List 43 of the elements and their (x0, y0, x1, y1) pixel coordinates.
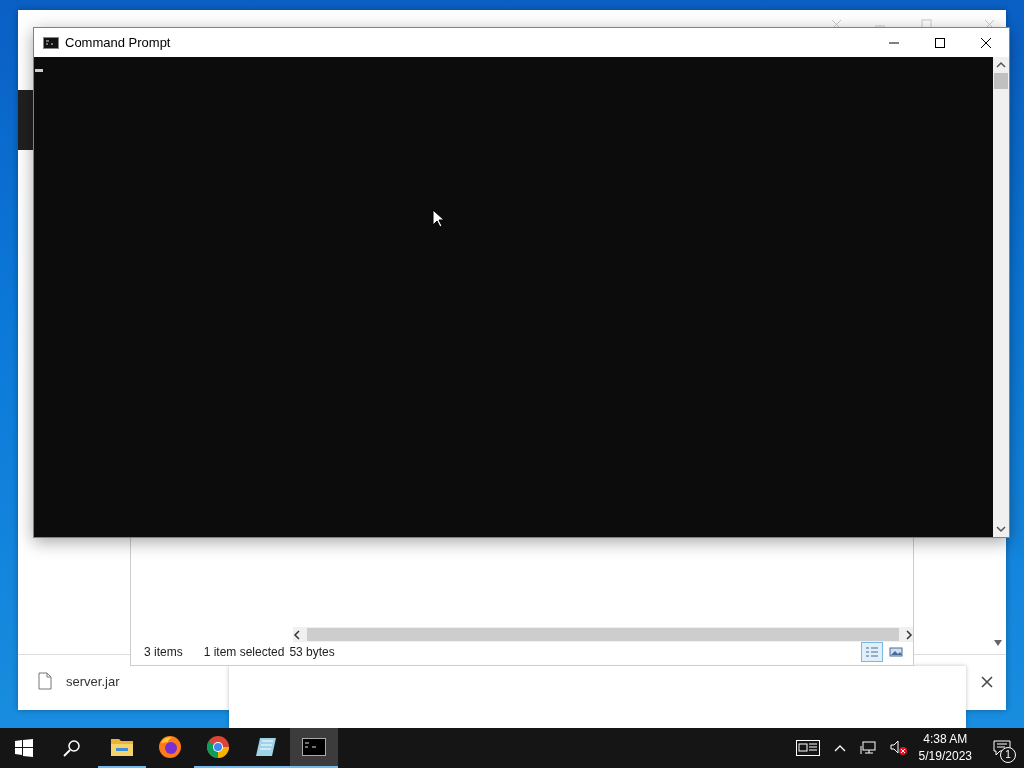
file-name: server.jar (66, 673, 120, 689)
list-icon (865, 646, 879, 658)
console-icon (43, 36, 59, 49)
round-logo-icon (206, 735, 230, 759)
scrollbar-thumb[interactable] (994, 73, 1008, 89)
volume-icon[interactable] (889, 740, 908, 756)
file-icon (38, 672, 52, 690)
item-count: 3 items (144, 645, 183, 659)
chevron-up-icon[interactable] (833, 744, 846, 752)
search-icon (63, 739, 81, 757)
scroll-right-icon[interactable] (905, 629, 913, 640)
scroll-left-icon[interactable] (293, 629, 301, 640)
notifications-button[interactable]: 1 (980, 728, 1024, 768)
notifications-icon (993, 740, 1011, 756)
news-icon[interactable] (795, 740, 820, 756)
clock-time: 4:38 AM (923, 731, 968, 748)
maximize-icon (935, 37, 945, 48)
folder-icon (110, 737, 134, 757)
vertical-scrollbar[interactable] (993, 57, 1009, 537)
horizontal-scrollbar[interactable] (293, 627, 913, 642)
network-icon[interactable] (859, 741, 876, 755)
notepad-icon (254, 736, 278, 758)
text-cursor (35, 69, 43, 72)
scroll-down-icon[interactable] (996, 525, 1006, 533)
scroll-down-icon[interactable] (993, 639, 1003, 647)
image-icon (889, 646, 903, 658)
window-title: Command Prompt (65, 35, 171, 50)
scroll-up-icon[interactable] (996, 61, 1006, 69)
clock-date: 5/19/2023 (918, 748, 972, 765)
close-icon (981, 37, 991, 48)
mouse-pointer-icon (432, 209, 444, 228)
console-taskbar-button[interactable] (290, 728, 338, 768)
clock[interactable]: 4:38 AM 5/19/2023 (918, 731, 972, 765)
download-item[interactable]: server.jar (38, 672, 120, 690)
close-icon[interactable] (981, 676, 993, 688)
selection-size: 53 bytes (289, 645, 335, 659)
globe-logo-icon (158, 735, 182, 759)
terminal-icon (302, 738, 326, 756)
windows-logo-icon (15, 739, 33, 757)
dark-panel (18, 90, 34, 150)
scrollbar-thumb[interactable] (307, 628, 899, 641)
notification-count: 1 (1000, 747, 1016, 763)
selection-status: 1 item selected (203, 645, 285, 659)
